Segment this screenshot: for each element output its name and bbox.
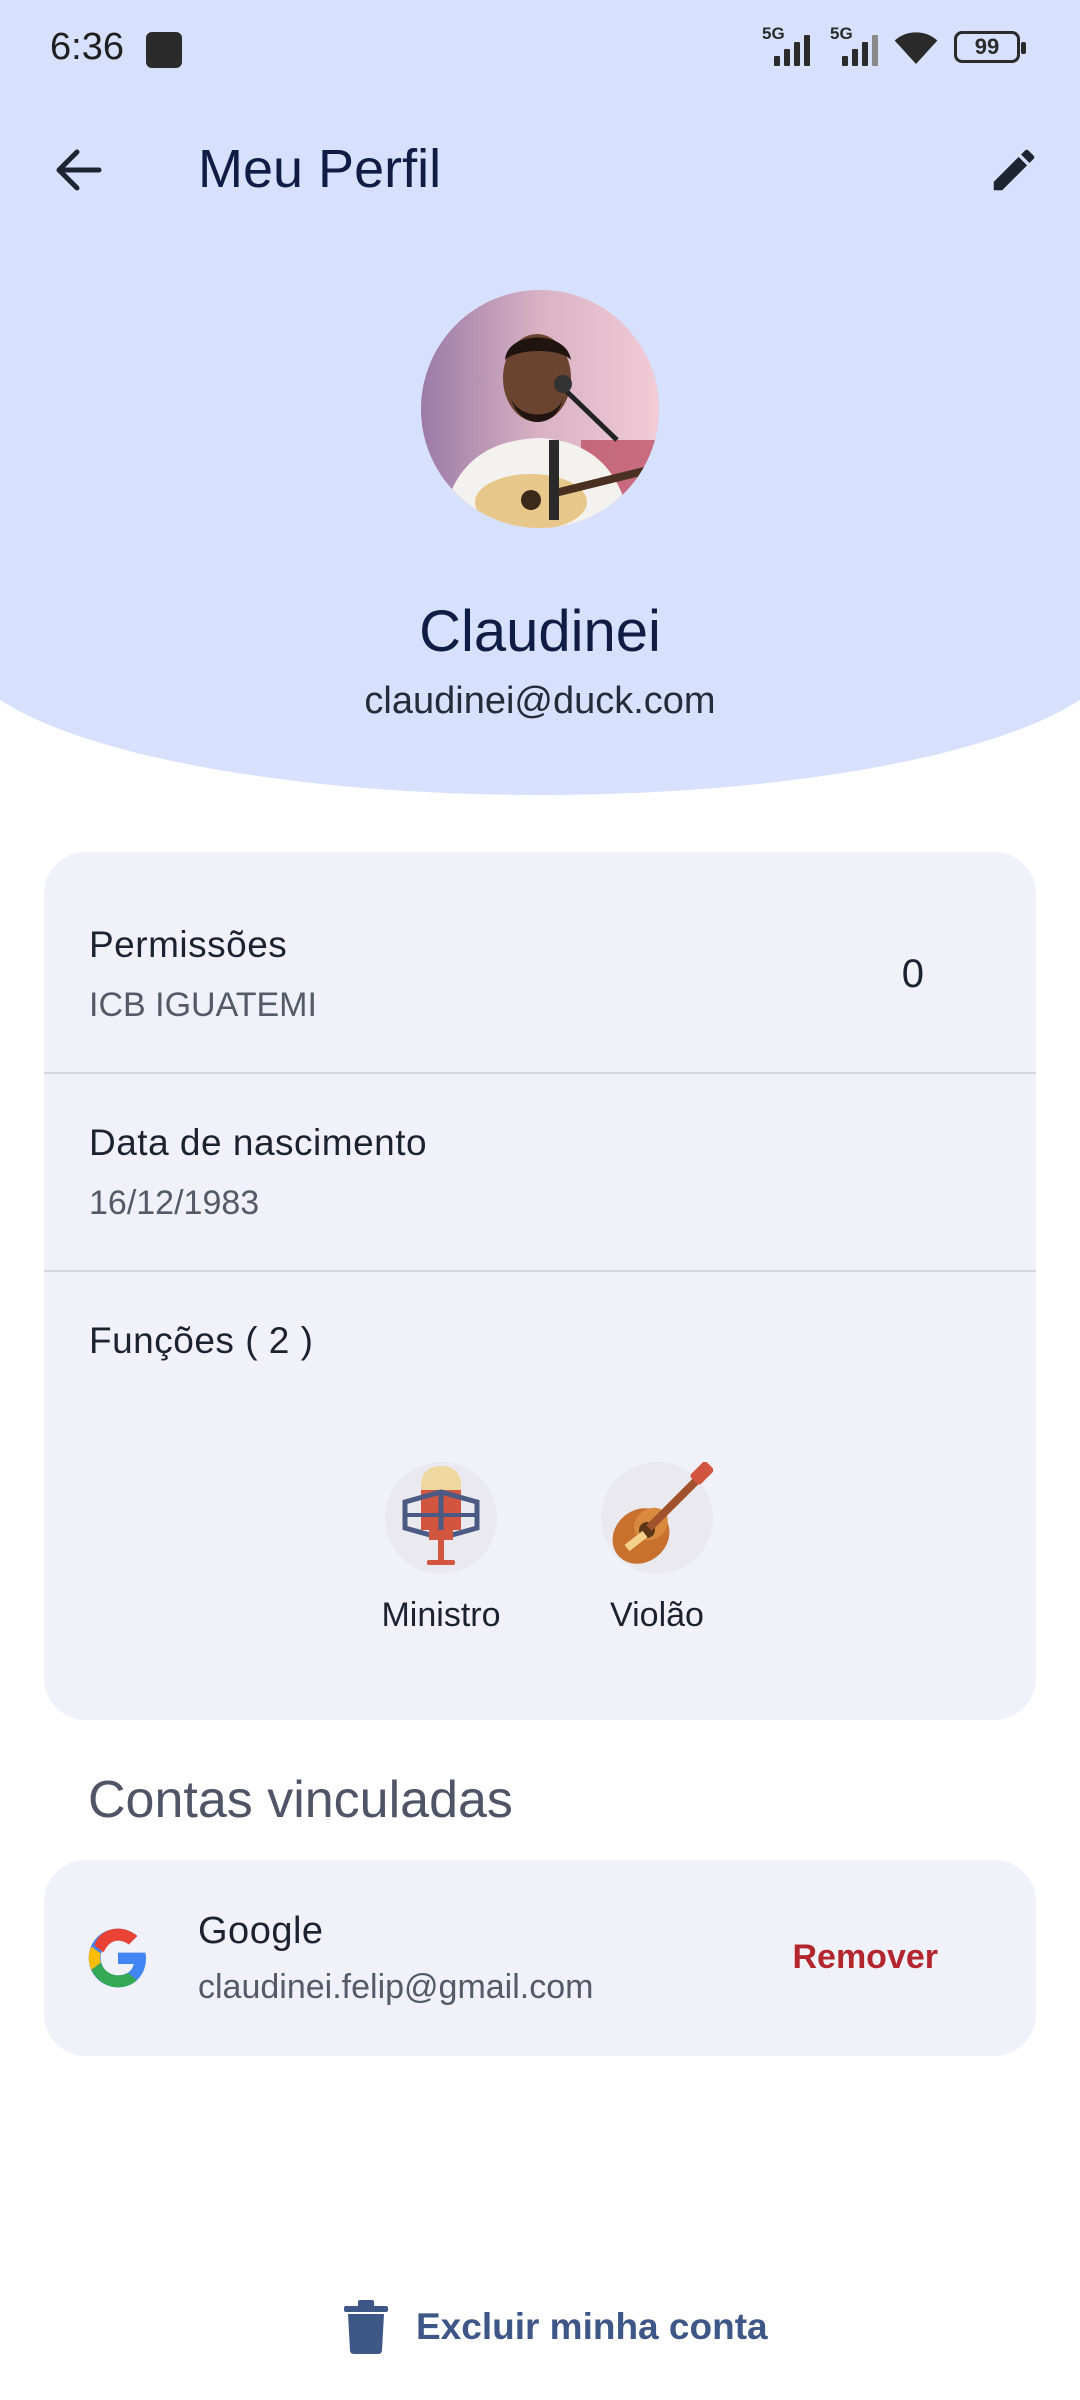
profile-email: claudinei@duck.com <box>364 680 716 722</box>
cell-signal-icon: 5G <box>830 24 878 66</box>
roles-label: Funções ( 2 ) <box>89 1320 314 1361</box>
google-icon <box>88 1928 146 1988</box>
arrow-back-icon <box>56 149 102 191</box>
status-icons: 5G 5G 99 <box>762 24 1026 66</box>
role-label: Ministro <box>381 1596 501 1634</box>
avatar-photo <box>421 290 659 528</box>
trash-icon <box>344 2300 388 2354</box>
linked-account-email: claudinei.felip@gmail.com <box>198 1968 594 2006</box>
linked-account-google: Google claudinei.felip@gmail.com Remover <box>44 1860 1036 2056</box>
status-time: 6:36 <box>50 26 124 68</box>
role-item-ministro[interactable]: Ministro <box>366 1462 516 1635</box>
permissions-count: 0 <box>901 952 924 996</box>
notification-app-icon <box>146 32 182 68</box>
battery-icon: 99 <box>954 31 1026 63</box>
cell-signal-icon: 5G <box>762 24 810 66</box>
linked-account-provider: Google <box>198 1910 324 1952</box>
profile-name: Claudinei <box>419 599 661 664</box>
microphone-icon <box>385 1462 497 1574</box>
status-bar: 6:36 5G 5G 99 <box>0 0 1080 100</box>
linked-accounts-title: Contas vinculadas <box>88 1771 513 1829</box>
permissions-row[interactable]: Permissões ICB IGUATEMI 0 <box>44 852 1036 1072</box>
edit-profile-button[interactable] <box>974 130 1054 210</box>
network-type-label: 5G <box>830 24 853 43</box>
permissions-label: Permissões <box>89 924 288 965</box>
wifi-icon <box>894 32 938 64</box>
guitar-icon <box>601 1461 714 1574</box>
delete-account-button[interactable]: Excluir minha conta <box>344 2300 768 2354</box>
role-item-violao[interactable]: Violão <box>582 1461 732 1635</box>
delete-account-label: Excluir minha conta <box>416 2306 768 2347</box>
permissions-organization: ICB IGUATEMI <box>89 986 317 1024</box>
network-type-label: 5G <box>762 24 785 43</box>
roles-row: Funções ( 2 ) <box>44 1272 1036 1720</box>
birth-date-value: 16/12/1983 <box>89 1184 260 1222</box>
profile-info-card: Permissões ICB IGUATEMI 0 Data de nascim… <box>44 852 1036 1720</box>
role-label: Violão <box>610 1596 704 1634</box>
pencil-icon <box>993 149 1035 191</box>
birth-date-row: Data de nascimento 16/12/1983 <box>44 1074 1036 1270</box>
remove-account-button[interactable]: Remover <box>792 1938 938 1977</box>
page-title: Meu Perfil <box>198 139 442 199</box>
battery-level: 99 <box>974 34 1000 59</box>
back-button[interactable] <box>38 130 118 210</box>
avatar[interactable] <box>421 290 659 528</box>
birth-date-label: Data de nascimento <box>89 1122 428 1163</box>
